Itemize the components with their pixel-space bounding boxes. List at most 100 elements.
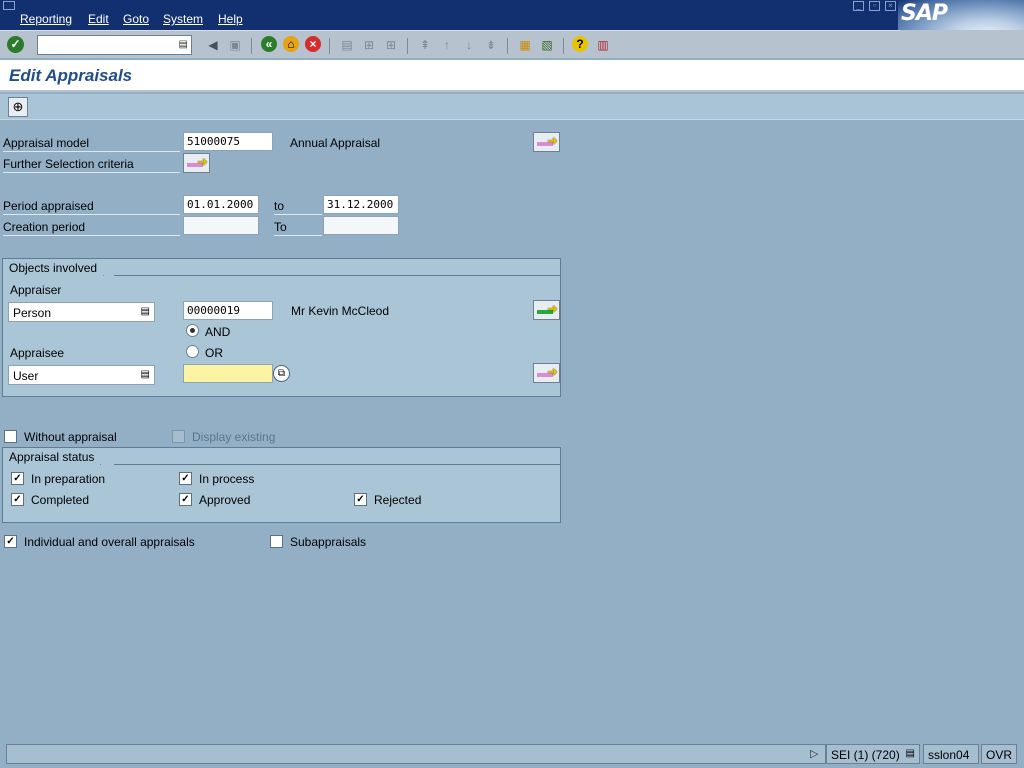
creation-to-label: To	[274, 216, 322, 236]
appraisal-status-title: Appraisal status	[2, 447, 113, 465]
rejected-checkbox[interactable]: ✓	[354, 493, 367, 506]
save-icon[interactable]: ▣	[226, 36, 244, 54]
next-page-icon[interactable]: ↓	[460, 36, 478, 54]
menu-goto[interactable]: Goto	[123, 12, 149, 26]
menu-help[interactable]: Help	[218, 12, 243, 26]
title-bar: Edit Appraisals	[0, 60, 1024, 92]
appraisal-model-input[interactable]: 51000075	[183, 132, 273, 151]
system-menu-icon[interactable]	[3, 1, 15, 10]
period-appraised-label: Period appraised	[3, 195, 180, 215]
in-preparation-label: In preparation	[31, 472, 106, 486]
cancel-icon[interactable]: ×	[305, 36, 321, 52]
appraiser-details-button[interactable]: ➜	[533, 300, 560, 320]
status-message-area	[6, 744, 826, 764]
help-icon[interactable]: ?	[572, 36, 588, 52]
status-expand-icon[interactable]: ▷	[810, 747, 818, 760]
period-from-input[interactable]: 01.01.2000	[183, 195, 259, 214]
appraisee-label: Appraisee	[10, 346, 65, 360]
further-selection-button[interactable]: ➜	[183, 153, 210, 173]
shortcut-icon[interactable]: ▧	[538, 36, 556, 54]
sap-logo-text: SAP	[901, 1, 948, 26]
minimize-icon[interactable]: _	[853, 1, 864, 11]
layout-menu-icon[interactable]: ▥	[594, 36, 612, 54]
insert-mode[interactable]: OVR	[981, 744, 1017, 764]
back-icon[interactable]: «	[261, 36, 277, 52]
display-existing-checkbox	[172, 430, 185, 443]
in-process-label: In process	[199, 472, 255, 486]
appraiser-name: Mr Kevin McCleod	[291, 304, 390, 318]
enter-check-icon[interactable]: ✓	[7, 36, 24, 53]
first-page-icon[interactable]: ⇞	[416, 36, 434, 54]
or-radio[interactable]	[186, 345, 199, 358]
session-dropdown-icon[interactable]: ▤	[906, 748, 915, 759]
back-arrow-icon[interactable]: ◀	[204, 36, 222, 54]
subappraisals-checkbox[interactable]	[270, 535, 283, 548]
and-label: AND	[205, 325, 231, 339]
menu-system[interactable]: System	[163, 12, 203, 26]
dropdown-icon: ▤	[140, 369, 150, 380]
creation-period-label: Creation period	[3, 216, 180, 236]
individual-overall-label: Individual and overall appraisals	[24, 535, 195, 549]
arrow-right-icon: ➜	[197, 154, 208, 169]
period-to-label: to	[274, 195, 322, 215]
arrow-right-icon: ➜	[547, 364, 558, 379]
menu-reporting[interactable]: Reporting	[20, 12, 72, 26]
display-existing-label: Display existing	[192, 430, 276, 444]
completed-label: Completed	[31, 493, 90, 507]
without-appraisal-label: Without appraisal	[24, 430, 117, 444]
status-bar: ▷ SEI (1) (720) ▤ sslon04 OVR	[0, 742, 1024, 768]
application-toolbar: ⊕	[0, 94, 1024, 120]
search-help-icon[interactable]: ⧉	[273, 365, 290, 382]
in-preparation-checkbox[interactable]: ✓	[11, 472, 24, 485]
last-page-icon[interactable]: ⇟	[482, 36, 500, 54]
without-appraisal-checkbox[interactable]	[4, 430, 17, 443]
approved-label: Approved	[199, 493, 251, 507]
command-field[interactable]: ▤	[37, 35, 192, 55]
command-history-icon[interactable]: ▤	[179, 39, 188, 50]
creation-to-input[interactable]	[323, 216, 399, 235]
appraiser-label: Appraiser	[10, 283, 62, 297]
creation-from-input[interactable]	[183, 216, 259, 235]
appraisal-model-details-button[interactable]: ➜	[533, 132, 560, 152]
previous-page-icon[interactable]: ↑	[438, 36, 456, 54]
arrow-right-icon: ➜	[547, 133, 558, 148]
dropdown-icon: ▤	[140, 306, 150, 317]
session-info[interactable]: SEI (1) (720) ▤	[826, 744, 920, 764]
appraisee-type-dropdown[interactable]: User ▤	[8, 365, 155, 385]
session-info-text: SEI (1) (720)	[831, 748, 900, 762]
period-to-input[interactable]: 31.12.2000	[323, 195, 399, 214]
rejected-label: Rejected	[374, 493, 422, 507]
and-radio[interactable]	[186, 324, 199, 337]
page-title: Edit Appraisals	[9, 66, 133, 85]
find-next-icon[interactable]: ⊞	[382, 36, 400, 54]
appraisee-details-button[interactable]: ➜	[533, 363, 560, 383]
or-label: OR	[205, 346, 223, 360]
print-icon[interactable]: ▤	[338, 36, 356, 54]
individual-overall-checkbox[interactable]: ✓	[4, 535, 17, 548]
appraisee-type-value: User	[13, 369, 39, 383]
menu-edit[interactable]: Edit	[88, 12, 109, 26]
exit-icon[interactable]: ⌂	[283, 36, 299, 52]
appraiser-id-input[interactable]: 00000019	[183, 301, 273, 320]
subappraisals-label: Subappraisals	[290, 535, 367, 549]
server-info: sslon04	[923, 744, 979, 764]
in-process-checkbox[interactable]: ✓	[179, 472, 192, 485]
execute-icon: ⊕	[12, 99, 24, 114]
find-icon[interactable]: ⊞	[360, 36, 378, 54]
appraisee-id-input[interactable]	[183, 364, 273, 383]
appraisal-model-text: Annual Appraisal	[290, 136, 381, 150]
execute-button[interactable]: ⊕	[8, 97, 28, 117]
appraisal-model-label: Appraisal model	[3, 132, 180, 152]
create-session-icon[interactable]: ▦	[516, 36, 534, 54]
completed-checkbox[interactable]: ✓	[11, 493, 24, 506]
arrow-right-icon: ➜	[547, 301, 558, 316]
approved-checkbox[interactable]: ✓	[179, 493, 192, 506]
restore-icon[interactable]: ▫	[869, 1, 880, 11]
close-window-icon[interactable]: ×	[885, 1, 896, 11]
appraiser-type-dropdown[interactable]: Person ▤	[8, 302, 155, 322]
menu-bar: Reporting Edit Goto System Help _ ▫ ×	[0, 0, 1024, 30]
standard-toolbar: ✓ ▤ ◀ ▣ « ⌂ × ▤ ⊞ ⊞ ⇞ ↑ ↓ ⇟ ▦ ▧ ? ▥	[0, 30, 900, 58]
appraiser-type-value: Person	[13, 306, 52, 320]
objects-involved-title: Objects involved	[2, 258, 116, 276]
further-selection-label: Further Selection criteria	[3, 153, 180, 173]
